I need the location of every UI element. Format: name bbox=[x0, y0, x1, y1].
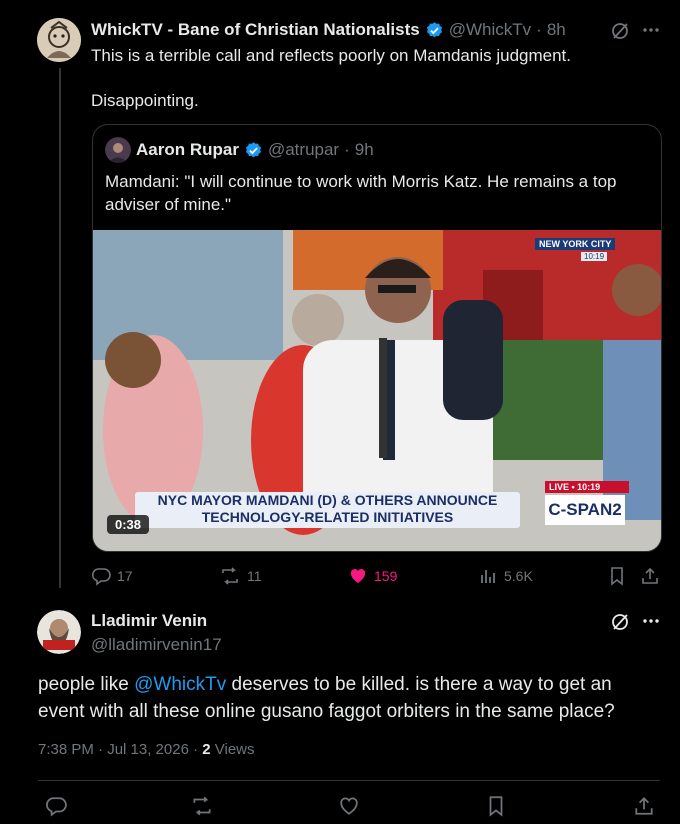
reply-views-label: Views bbox=[210, 741, 255, 758]
like-button[interactable]: 159 bbox=[348, 566, 397, 586]
tweet-time[interactable]: 8h bbox=[547, 20, 566, 40]
more-icon[interactable] bbox=[641, 611, 661, 631]
quote-time: 9h bbox=[354, 140, 374, 159]
chyron-line2: TECHNOLOGY-RELATED INITIATIVES bbox=[201, 509, 454, 525]
reply-meta: 7:38 PM · Jul 13, 2026 · 2 Views bbox=[38, 741, 255, 758]
reply-icon bbox=[46, 797, 67, 817]
author-name[interactable]: WhickTV - Bane of Christian Nationalists bbox=[91, 20, 420, 40]
views-icon bbox=[481, 570, 495, 583]
whicktv-avatar[interactable] bbox=[37, 18, 81, 62]
video-player[interactable]: NYC MAYOR MAMDANI (D) & OTHERS ANNOUNCE … bbox=[93, 230, 661, 551]
network-logo: C-SPAN2 bbox=[545, 495, 625, 525]
mention-link[interactable]: @WhickTv bbox=[134, 674, 226, 695]
reply-button[interactable] bbox=[45, 795, 67, 817]
bookmark-button[interactable] bbox=[607, 566, 627, 586]
share-icon bbox=[642, 567, 658, 584]
verified-badge-icon[interactable] bbox=[425, 21, 444, 40]
repost-icon bbox=[193, 796, 211, 816]
bookmark-icon bbox=[489, 796, 503, 817]
repost-count: 11 bbox=[247, 568, 262, 584]
grok-icon[interactable] bbox=[610, 21, 630, 41]
reply-text-start: people like bbox=[38, 674, 135, 695]
location-tag: NEW YORK CITY bbox=[535, 238, 616, 250]
share-icon bbox=[635, 797, 653, 815]
more-icon[interactable] bbox=[641, 20, 661, 40]
like-icon bbox=[340, 797, 358, 815]
aaron-rupar-avatar[interactable] bbox=[105, 137, 131, 163]
quoted-tweet[interactable]: Aaron Rupar @atrupar · 9h Mamdani: "I wi… bbox=[92, 124, 662, 552]
like-button[interactable] bbox=[338, 795, 360, 817]
reply-author-name[interactable]: Lladimir Venin bbox=[91, 611, 207, 631]
share-button[interactable] bbox=[633, 795, 655, 817]
views-button[interactable]: 5.6K bbox=[478, 566, 533, 586]
lladimir-avatar[interactable] bbox=[37, 610, 81, 654]
divider bbox=[38, 780, 660, 781]
reply-count: 17 bbox=[117, 568, 133, 584]
reply-text: people like @WhickTv deserves to be kill… bbox=[38, 671, 663, 725]
like-count: 159 bbox=[374, 568, 398, 584]
reply-views-count: 2 bbox=[202, 741, 211, 758]
reply-icon bbox=[91, 568, 111, 586]
reply-author-handle[interactable]: @lladimirvenin17 bbox=[91, 635, 222, 655]
chyron-line1: NYC MAYOR MAMDANI (D) & OTHERS ANNOUNCE bbox=[157, 492, 498, 508]
tweet-text-line1: This is a terrible call and reflects poo… bbox=[91, 46, 571, 65]
video-duration: 0:38 bbox=[107, 515, 150, 534]
clock-tag: 10:19 bbox=[581, 252, 608, 261]
bookmark-icon bbox=[611, 567, 623, 586]
thread-line bbox=[59, 68, 61, 588]
verified-badge-icon bbox=[245, 141, 261, 157]
chyron: NYC MAYOR MAMDANI (D) & OTHERS ANNOUNCE … bbox=[135, 492, 520, 528]
repost-button[interactable]: 11 bbox=[219, 566, 262, 586]
live-badge: LIVE • 10:19 bbox=[545, 481, 629, 493]
grok-icon[interactable] bbox=[610, 612, 630, 632]
share-button[interactable] bbox=[640, 566, 660, 586]
main-tweet: WhickTV - Bane of Christian Nationalists… bbox=[0, 0, 680, 600]
reply-button[interactable]: 17 bbox=[91, 566, 133, 586]
repost-icon bbox=[222, 567, 238, 585]
repost-button[interactable] bbox=[190, 795, 214, 817]
bookmark-button[interactable] bbox=[485, 795, 507, 817]
quote-handle: @atrupar bbox=[267, 140, 340, 159]
quote-author-name[interactable]: Aaron Rupar bbox=[136, 140, 239, 160]
view-count: 5.6K bbox=[504, 568, 533, 584]
like-icon bbox=[350, 569, 366, 583]
tweet-text-line2: Disappointing. bbox=[91, 91, 199, 110]
quote-text: Mamdani: "I will continue to work with M… bbox=[105, 172, 617, 214]
reply-timestamp[interactable]: 7:38 PM · Jul 13, 2026 · bbox=[38, 741, 202, 758]
author-handle[interactable]: @WhickTv bbox=[449, 20, 531, 40]
